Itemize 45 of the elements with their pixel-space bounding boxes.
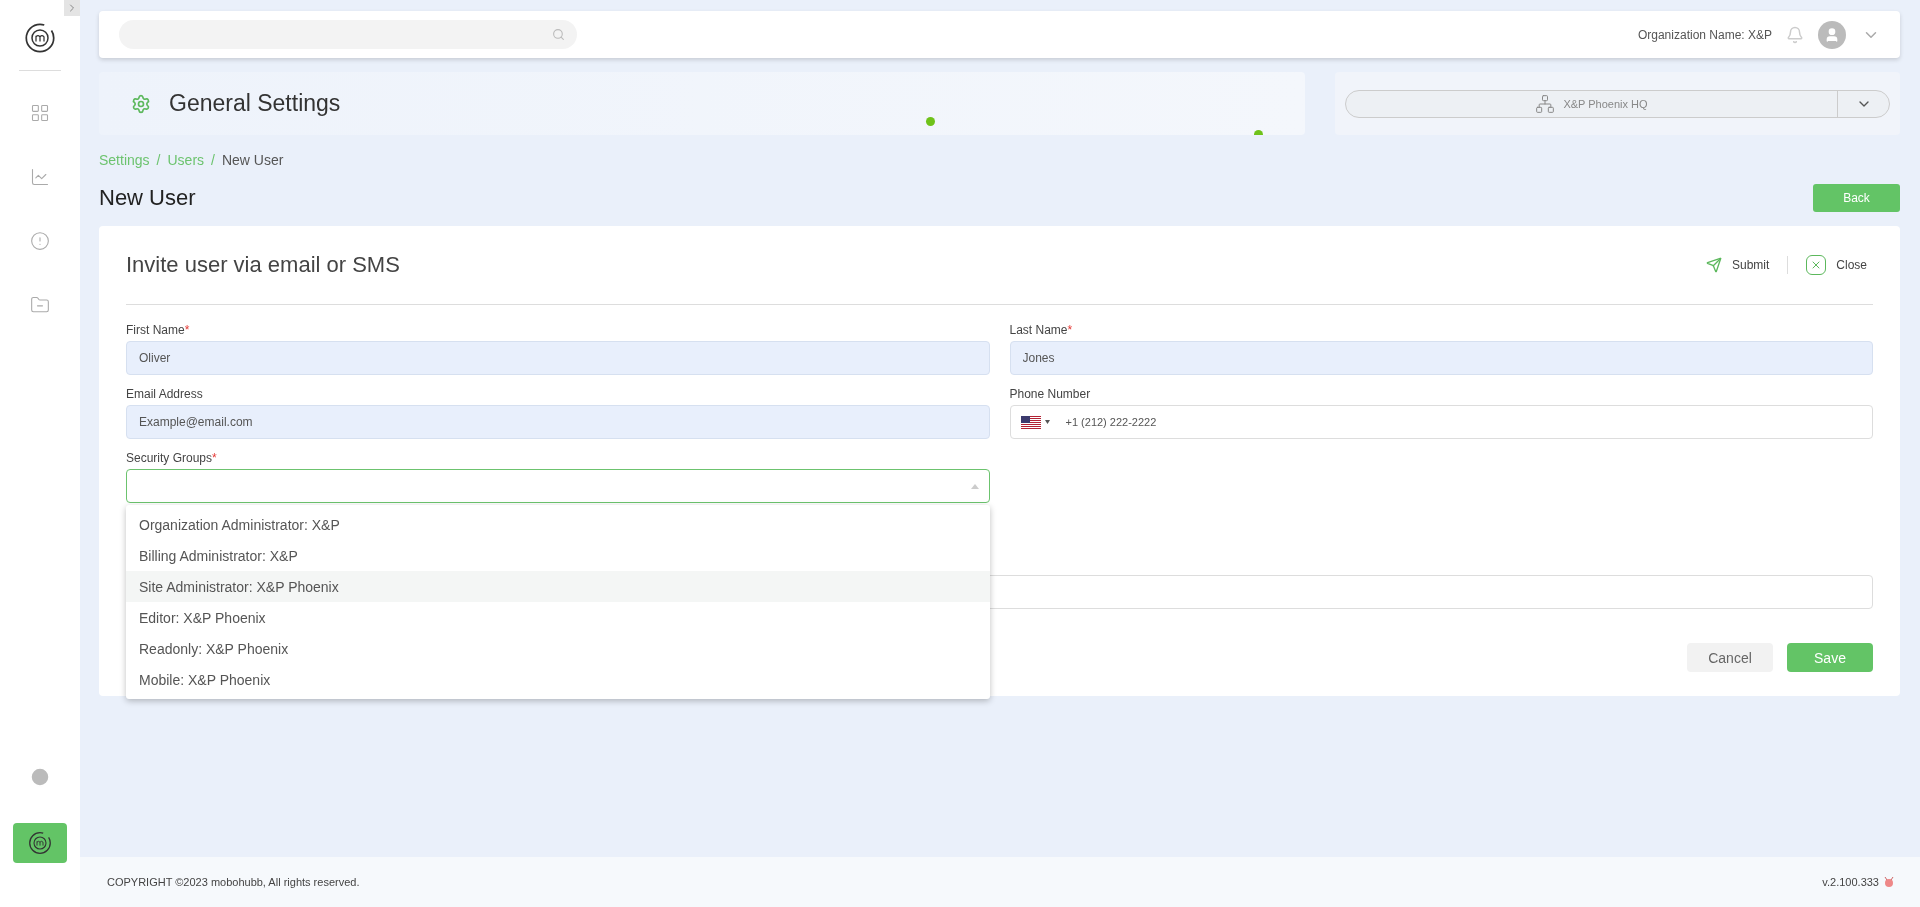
input-field[interactable]: Example@email.com [126,405,990,439]
home-button[interactable] [13,823,67,863]
page-title: New User [99,185,196,211]
field-label: Last Name* [1009,323,1074,337]
dot-icon [926,117,935,126]
version-text: v.2.100.333 [1822,876,1879,888]
dropdown-option[interactable]: Readonly: X&P Phoenix [126,633,990,664]
copyright-text: COPYRIGHT ©2023 mobohubb, All rights reserved. [107,876,360,888]
search-field[interactable] [119,20,577,49]
bell-icon[interactable] [1786,25,1804,44]
caret-icon[interactable] [970,483,979,489]
us-flag-icon[interactable] [1020,415,1050,429]
expand-icon[interactable] [64,0,80,16]
dropdown-option[interactable]: Organization Administrator: X&P [126,509,990,540]
mascot-icon [1884,876,1894,888]
search-icon[interactable] [552,28,565,41]
avatar[interactable] [1818,20,1846,49]
logo-icon [28,831,52,855]
settings-icon [131,93,151,114]
close-icon [1806,255,1827,275]
field-label: Phone Number [1009,387,1092,401]
select-field[interactable] [126,469,990,503]
organization-name: Organization Name: X&P [1637,27,1772,42]
dropdown-option[interactable]: Billing Administrator: X&P [126,540,990,571]
input-field[interactable]: Oliver [126,341,990,375]
close-button[interactable]: Close [1800,254,1873,276]
network-icon [1535,93,1556,114]
breadcrumb-separator: / [211,152,215,168]
header-title: General Settings [169,90,341,117]
dropdown-option[interactable]: Editor: X&P Phoenix [126,602,990,633]
submit-button[interactable]: Submit [1699,256,1776,274]
breadcrumb-separator: / [156,152,161,168]
site-name: X&P Phoenix HQ [1563,97,1648,110]
dropdown-option[interactable]: Mobile: X&P Phoenix [126,664,990,695]
input-field[interactable]: Jones [1009,341,1873,375]
cancel-button[interactable]: Cancel [1687,643,1773,672]
send-icon [1705,257,1722,273]
card-title: Invite user via email or SMS [126,252,400,278]
field-label: Security Groups* [126,451,218,465]
phone-field[interactable]: +1 (212) 222-2222 [1009,405,1873,439]
logo-icon [24,22,56,54]
dropdown-option[interactable]: Site Administrator: X&P Phoenix [126,571,990,602]
field-label: First Name* [126,323,191,337]
breadcrumb-current: New User [221,152,284,168]
field-label: Email Address [126,387,204,401]
